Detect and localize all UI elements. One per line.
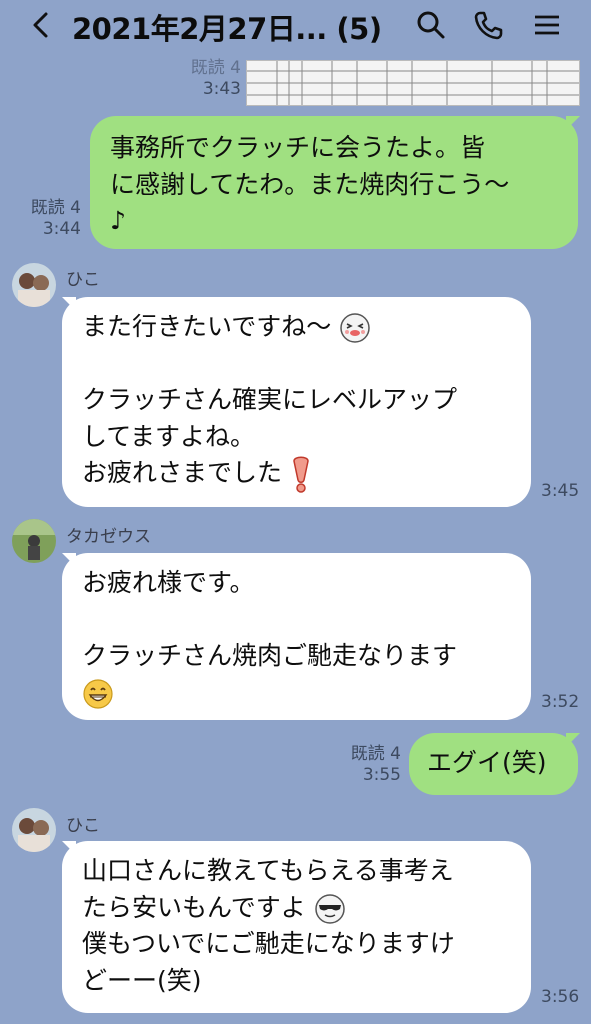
- sunglasses-emoji-icon: [314, 893, 345, 924]
- bubble-tail: [62, 553, 76, 567]
- message-time: 3:56: [541, 987, 580, 1007]
- bubble-tail: [62, 297, 76, 311]
- image-message[interactable]: [246, 60, 580, 106]
- bubble-tail: [62, 841, 76, 855]
- grinning-emoji-icon: [83, 678, 113, 709]
- message-time: 3:44: [42, 219, 81, 239]
- avatar[interactable]: [12, 519, 56, 563]
- sender-name: ひこ: [66, 270, 100, 290]
- message-time: 3:45: [541, 481, 580, 501]
- read-receipt: 既読 4 3:44: [30, 198, 81, 239]
- read-receipt: 既読 4 3:43: [190, 58, 241, 99]
- bubble-tail: [566, 116, 580, 130]
- avatar[interactable]: [12, 808, 56, 852]
- spreadsheet-thumbnail: [247, 61, 579, 105]
- phone-icon[interactable]: [471, 8, 505, 42]
- outgoing-message[interactable]: エグイ(笑): [409, 733, 578, 795]
- message-time: 3:52: [541, 692, 580, 712]
- message-time: 3:43: [202, 79, 241, 99]
- chat-title[interactable]: 2021年2月27日... (5): [72, 6, 382, 48]
- hamburger-menu-icon[interactable]: [530, 8, 564, 42]
- sender-name: ひこ: [66, 816, 100, 836]
- chevron-left-icon[interactable]: [24, 8, 58, 42]
- incoming-message[interactable]: また行きたいですね〜 クラッチさん確実にレベルアップ してますよね。 お疲れさまでし…: [62, 297, 531, 507]
- exclamation-emoji-icon: [293, 456, 309, 493]
- message-time: 3:55: [362, 765, 401, 785]
- chat-header: 2021年2月27日... (5): [0, 0, 591, 52]
- search-icon[interactable]: [413, 8, 447, 42]
- avatar[interactable]: [12, 263, 56, 307]
- incoming-message[interactable]: 山口さんに教えてもらえる事考え たら安いもんですよ 僕もついでにご馳走になりますけ…: [62, 841, 531, 1013]
- bubble-tail: [566, 733, 580, 747]
- incoming-message[interactable]: お疲れ様です。 クラッチさん焼肉ご馳走なります: [62, 553, 531, 720]
- read-receipt: 既読 4 3:55: [350, 744, 401, 785]
- outgoing-message[interactable]: 事務所でクラッチに会うたよ。皆 に感謝してたわ。また焼肉行こう〜 ♪: [90, 116, 578, 249]
- sender-name: タカゼウス: [66, 527, 151, 547]
- grimace-emoji-icon: [340, 313, 370, 343]
